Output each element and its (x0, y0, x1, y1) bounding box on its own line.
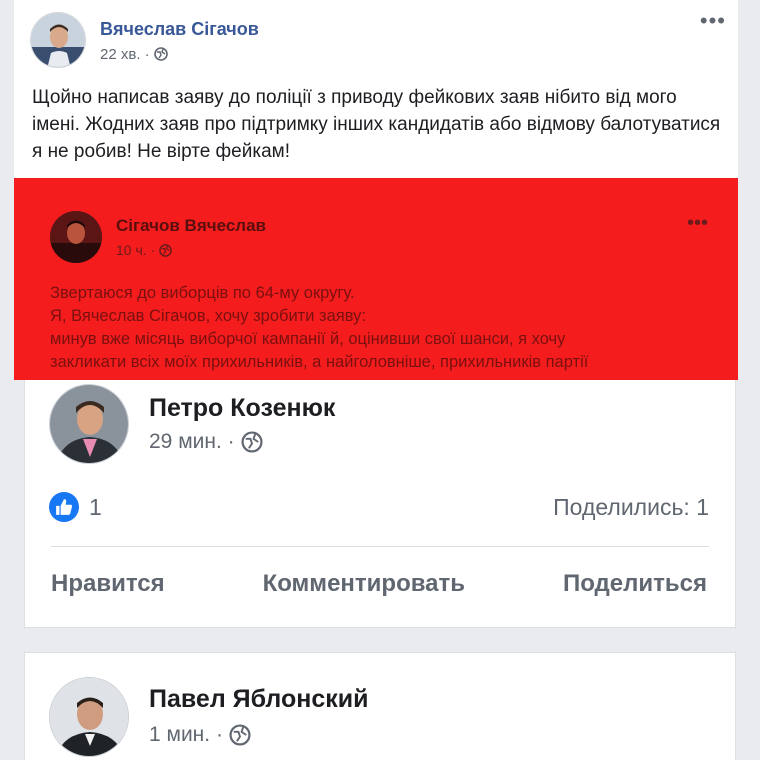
shared-text-line: Я, Вячеслав Сігачов, хочу зробити заяву: (50, 307, 366, 325)
time-label: 22 хв. · (100, 45, 150, 63)
divider (51, 546, 709, 547)
reaction-summary[interactable]: 1 (49, 492, 102, 522)
shared-post-text: Звертаюся до виборців по 64-му округу. Я… (50, 282, 710, 374)
avatar[interactable] (30, 12, 86, 68)
author-name[interactable]: Вячеслав Сігачов (100, 18, 259, 40)
globe-icon (241, 431, 263, 453)
globe-icon (159, 243, 173, 257)
petro-post-card: Петро Козенюк 29 мин. · 1 Поделились: 1 … (24, 380, 736, 628)
time-label: 10 ч. · (116, 242, 156, 258)
like-count: 1 (89, 493, 102, 520)
time-label: 1 мин. · (149, 723, 223, 746)
profile-photo-icon (50, 211, 102, 263)
post-timestamp[interactable]: 29 мин. · (149, 430, 263, 454)
shared-text-line: минув вже місяць виборчої кампанії й, оц… (50, 330, 566, 348)
time-label: 29 мин. · (149, 430, 235, 453)
avatar[interactable] (50, 211, 102, 263)
thumbs-up-icon (56, 499, 73, 515)
post-timestamp[interactable]: 10 ч. · (116, 242, 173, 258)
top-post-header: Вячеслав Сігачов 22 хв. · (30, 12, 259, 68)
globe-icon (153, 47, 168, 61)
shared-text-line: Звертаюся до виборців по 64-му округу. (50, 284, 355, 302)
author-name[interactable]: Петро Козенюк (149, 394, 335, 423)
more-dots-icon[interactable]: ••• (687, 213, 708, 233)
share-button[interactable]: Поделиться (563, 570, 707, 598)
shared-text-line: закликати всіх моїх прихильників, а найг… (50, 353, 589, 371)
profile-photo-icon (50, 385, 128, 463)
author-name[interactable]: Павел Яблонский (149, 685, 369, 714)
avatar[interactable] (49, 677, 129, 757)
post-text: Щойно написав заяву до поліції з приводу… (32, 87, 721, 162)
profile-photo-icon (50, 678, 128, 756)
top-post-card: Вячеслав Сігачов 22 хв. · ••• Щойно напи… (14, 0, 738, 380)
pavel-post-card: Павел Яблонский 1 мин. · (24, 652, 736, 760)
shares-count[interactable]: Поделились: 1 (553, 494, 709, 521)
more-dots-icon[interactable]: ••• (700, 10, 726, 32)
author-name[interactable]: Сігачов Вячеслав (116, 216, 266, 236)
like-reaction-icon (49, 492, 79, 522)
comment-button[interactable]: Комментировать (263, 570, 465, 598)
globe-icon (229, 724, 251, 746)
like-button[interactable]: Нравится (51, 570, 165, 598)
shared-post[interactable]: Сігачов Вячеслав 10 ч. · ••• Звертаюся д… (14, 178, 738, 380)
avatar[interactable] (49, 384, 129, 464)
post-timestamp[interactable]: 22 хв. · (100, 46, 259, 63)
post-timestamp[interactable]: 1 мин. · (149, 723, 251, 747)
action-bar: Нравится Комментировать Поделиться (51, 570, 707, 598)
profile-photo-icon (31, 13, 85, 67)
